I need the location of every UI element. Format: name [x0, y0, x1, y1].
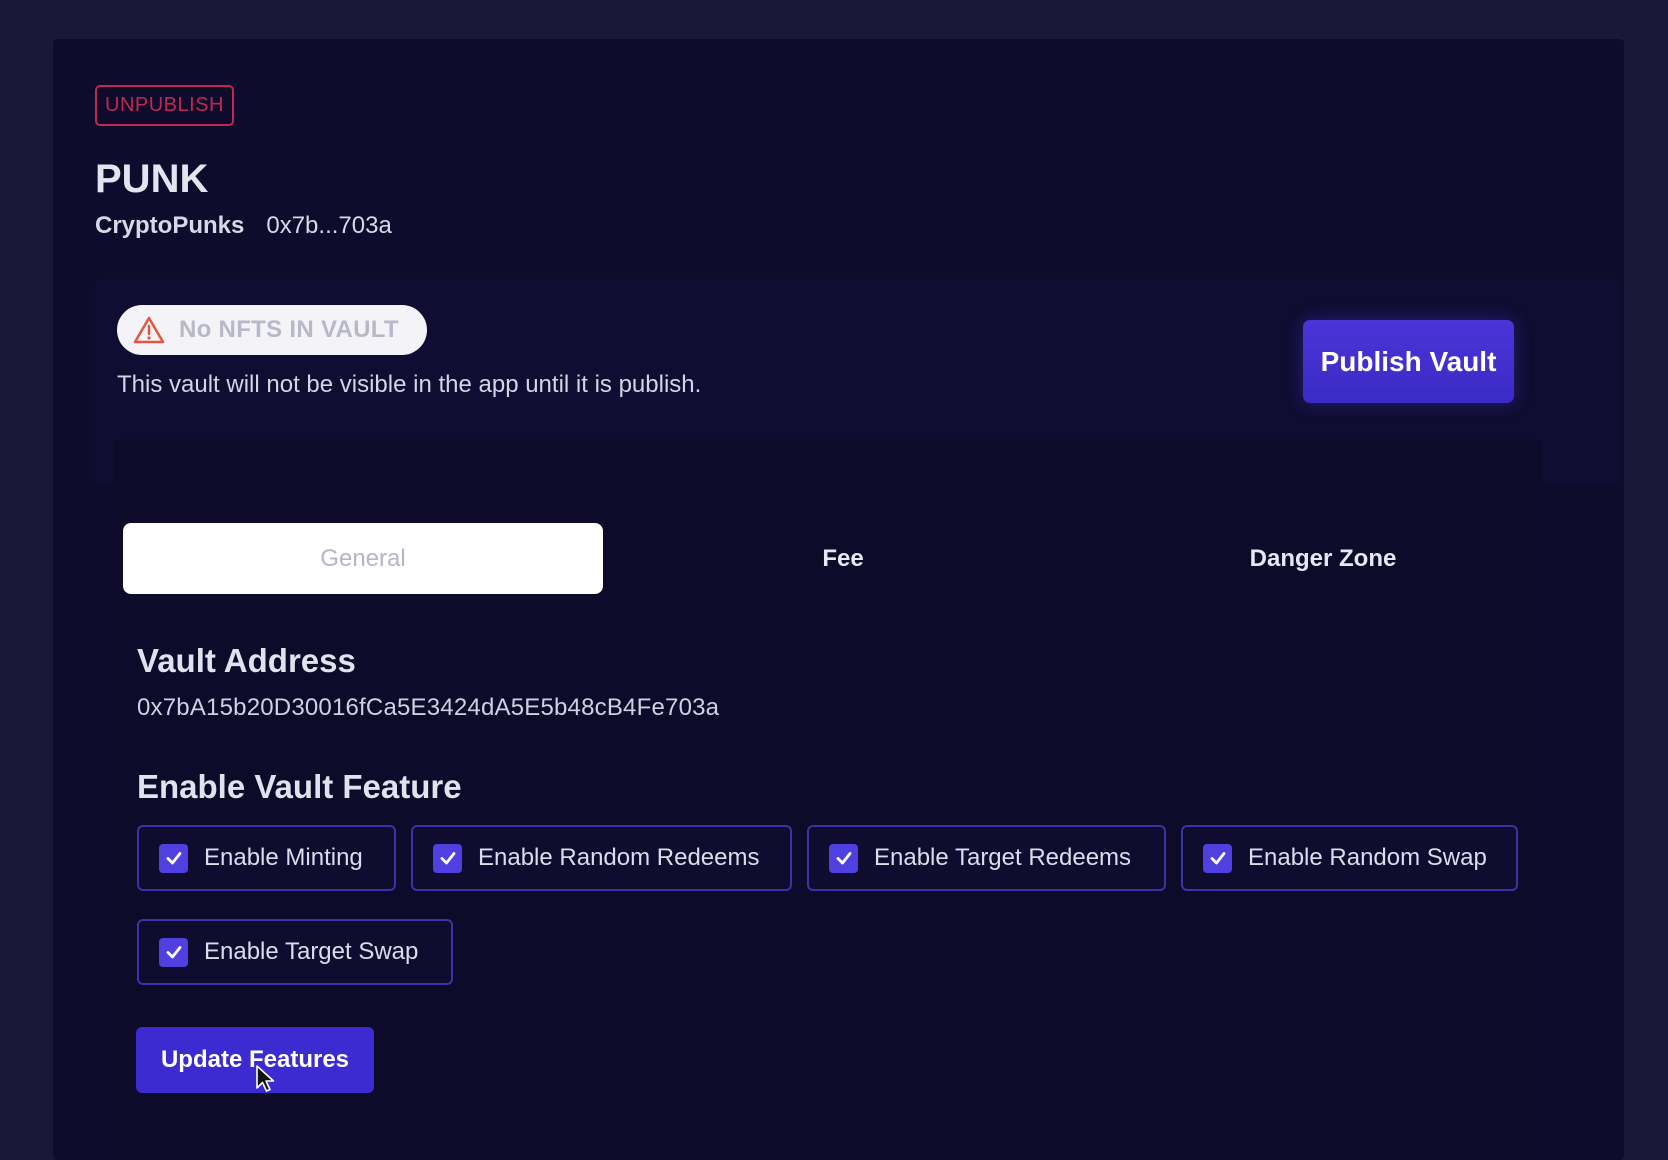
no-nfts-badge: No NFTS IN VAULT	[117, 305, 427, 355]
checkbox-checked-icon[interactable]	[159, 843, 188, 873]
no-nfts-label: No NFTS IN VAULT	[179, 316, 399, 343]
enable-features-title: Enable Vault Feature	[137, 768, 462, 805]
collection-row: CryptoPunks 0x7b...703a	[95, 212, 392, 240]
vault-address-title: Vault Address	[137, 642, 356, 679]
publish-vault-button[interactable]: Publish Vault	[1303, 320, 1514, 403]
vault-settings-frame: UNPUBLISH PUNK CryptoPunks 0x7b...703a N…	[53, 39, 1624, 1160]
tab-general[interactable]: General	[123, 523, 603, 594]
checkbox-checked-icon[interactable]	[1203, 843, 1232, 873]
feature-enable-target-swap[interactable]: Enable Target Swap	[137, 919, 453, 985]
feature-label: Enable Random Redeems	[478, 844, 760, 871]
checkbox-checked-icon[interactable]	[433, 843, 462, 873]
settings-tabs: General Fee Danger Zone	[123, 523, 1563, 594]
feature-enable-random-redeems[interactable]: Enable Random Redeems	[411, 825, 792, 891]
checkbox-checked-icon[interactable]	[159, 937, 188, 967]
feature-label: Enable Target Redeems	[874, 844, 1132, 871]
vault-address-value: 0x7bA15b20D30016fCa5E3424dA5E5b48cB4Fe70…	[137, 694, 720, 721]
feature-enable-target-redeems[interactable]: Enable Target Redeems	[807, 825, 1166, 891]
feature-enable-random-swap[interactable]: Enable Random Swap	[1181, 825, 1518, 891]
vault-symbol: PUNK	[95, 157, 209, 201]
tab-danger-zone[interactable]: Danger Zone	[1083, 523, 1563, 594]
warning-triangle-icon	[133, 316, 165, 344]
feature-label: Enable Minting	[204, 844, 363, 871]
mouse-pointer-icon	[256, 1065, 275, 1092]
tab-fee[interactable]: Fee	[603, 523, 1083, 594]
visibility-message: This vault will not be visible in the ap…	[117, 371, 702, 398]
feature-label: Enable Random Swap	[1248, 844, 1487, 871]
feature-label: Enable Target Swap	[204, 938, 419, 965]
collection-name: CryptoPunks	[95, 212, 245, 239]
checkbox-checked-icon[interactable]	[829, 843, 858, 873]
feature-enable-minting[interactable]: Enable Minting	[137, 825, 396, 891]
short-address: 0x7b...703a	[266, 212, 392, 239]
unpublish-button[interactable]: UNPUBLISH	[95, 85, 234, 126]
